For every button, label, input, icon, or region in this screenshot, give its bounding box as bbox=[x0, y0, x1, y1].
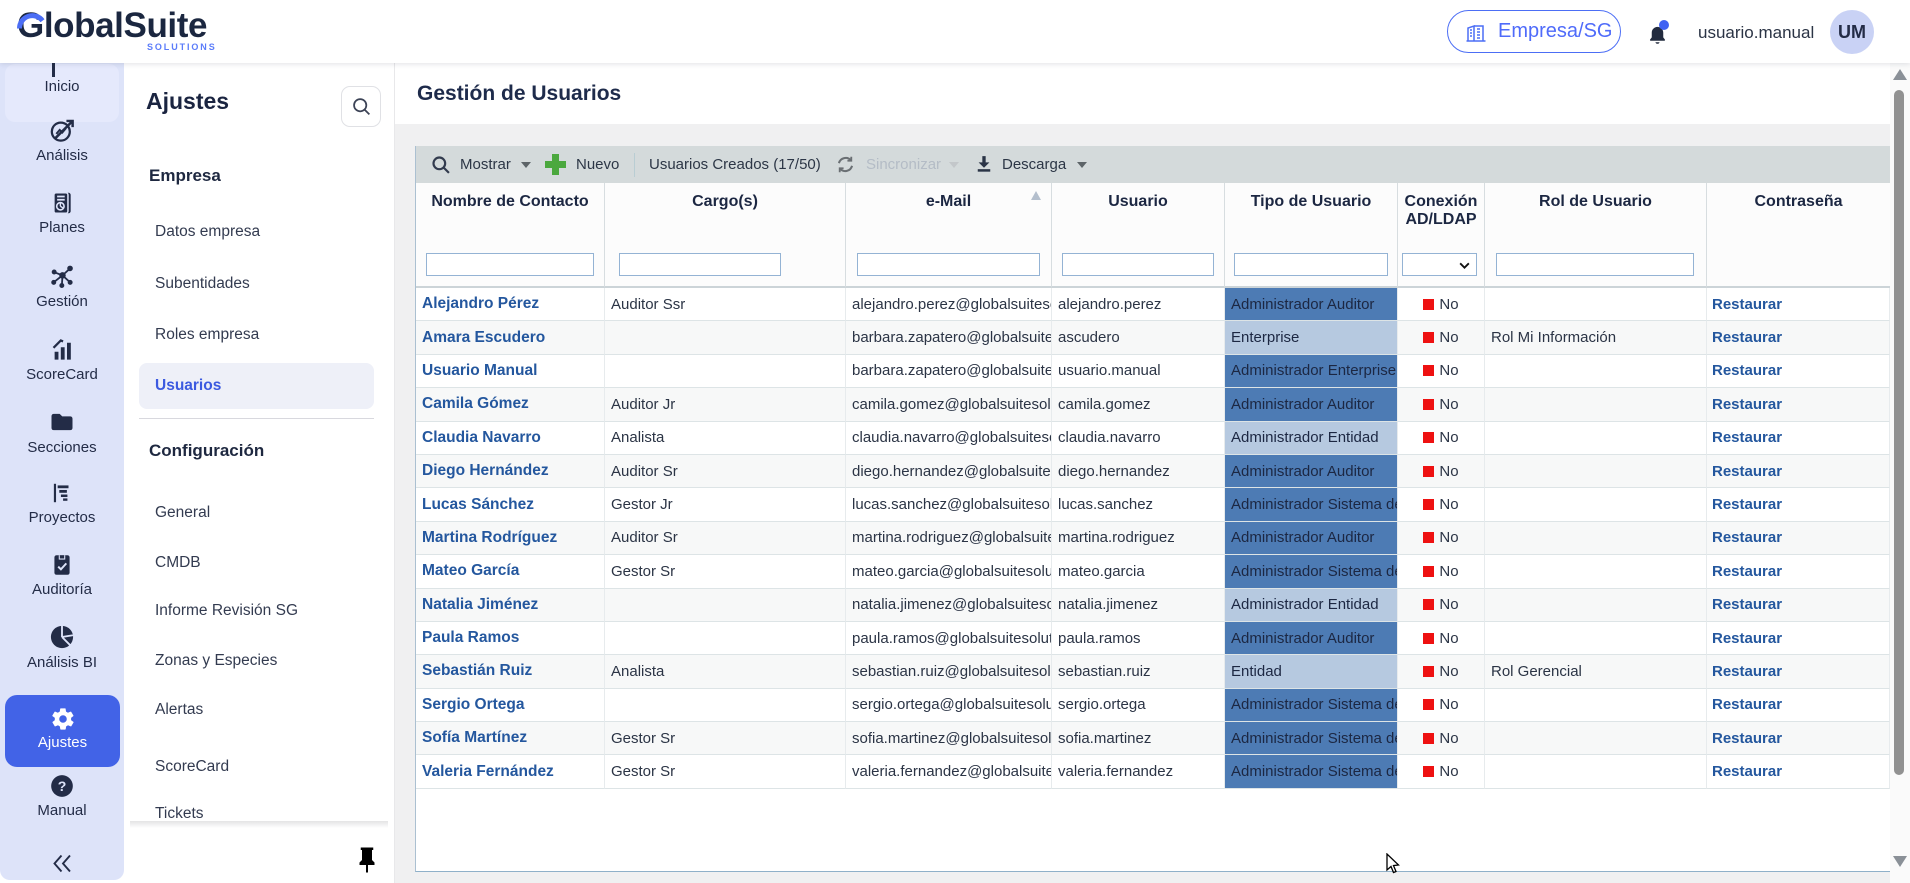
svg-text:?: ? bbox=[58, 778, 67, 794]
